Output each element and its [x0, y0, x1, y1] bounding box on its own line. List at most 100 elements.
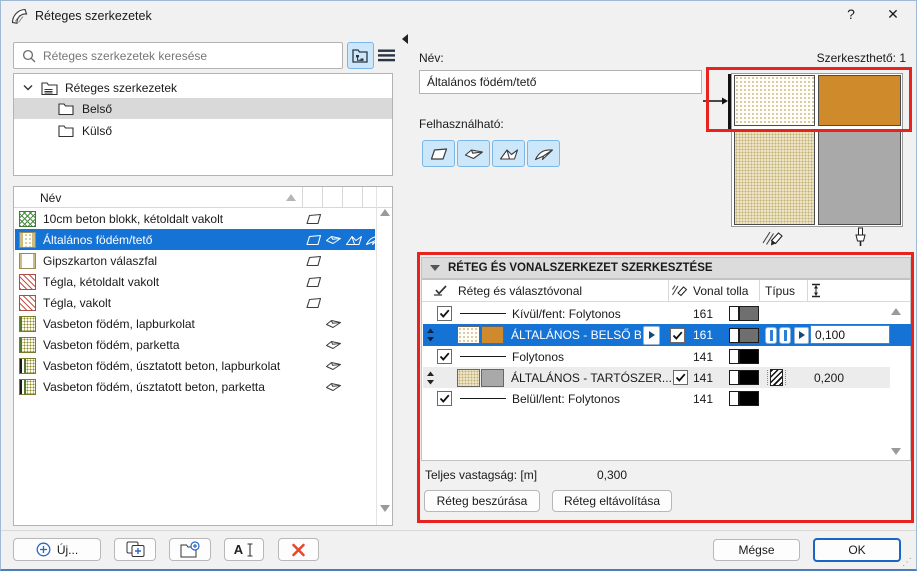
checkbox-checked[interactable] [437, 349, 452, 364]
usable-roof-toggle[interactable] [492, 140, 525, 167]
cancel-button[interactable]: Mégse [713, 539, 800, 561]
layer-surface-swatch[interactable] [481, 326, 504, 344]
list-item[interactable]: Tégla, vakolt [15, 292, 375, 313]
checkbox-checked[interactable] [673, 370, 688, 385]
drag-handle-icon[interactable] [426, 371, 435, 385]
chevron-down-icon[interactable] [23, 84, 33, 91]
select-all-icon[interactable] [433, 284, 449, 297]
composite-swatch [19, 294, 36, 311]
tree-item-belso[interactable]: Belső [14, 98, 392, 119]
pen-swatch[interactable] [729, 306, 759, 321]
separator-row-outer[interactable]: Kívül/fent: Folytonos 161 [423, 303, 890, 324]
list-scrollbar[interactable] [376, 187, 392, 525]
layer-fill-swatch[interactable] [457, 368, 480, 387]
resize-grip[interactable]: ⋰ [902, 557, 913, 568]
rename-button[interactable]: A [224, 538, 264, 561]
list-item[interactable]: Gipszkarton válaszfal [15, 250, 375, 271]
checkbox-checked[interactable] [670, 327, 685, 343]
pen-swatch[interactable] [729, 349, 759, 364]
collapse-panel-icon[interactable] [402, 34, 408, 44]
usable-shell-toggle[interactable] [527, 140, 560, 167]
name-column-header[interactable]: Név [40, 191, 61, 205]
usable-slab-toggle[interactable] [457, 140, 490, 167]
preview-fill-layer1[interactable] [734, 75, 815, 126]
remove-layer-button[interactable]: Réteg eltávolítása [552, 490, 672, 512]
flat-list-toggle[interactable] [377, 47, 395, 63]
duplicate-button[interactable] [114, 538, 156, 561]
layer-name[interactable]: ÁLTALÁNOS - TARTÓSZER... [511, 371, 672, 385]
total-thickness-label: Teljes vastagság: [m] [425, 468, 538, 482]
list-item[interactable]: 10cm beton blokk, kétoldalt vakolt [15, 208, 375, 229]
cut-fill-pens-icon[interactable] [761, 228, 786, 247]
type-column-header[interactable]: Típus [765, 284, 795, 298]
table-scroll-down-icon[interactable] [891, 448, 901, 455]
tree-view-toggle[interactable] [347, 42, 374, 69]
checkbox-checked[interactable] [437, 306, 452, 321]
layer-flyout-button[interactable] [643, 325, 660, 345]
list-item[interactable]: Vasbeton födém, úsztatott beton, lapburk… [15, 355, 375, 376]
collapse-section-icon[interactable] [430, 265, 440, 271]
total-thickness-value: 0,300 [597, 468, 628, 482]
scroll-down-icon[interactable] [380, 505, 390, 512]
list-item[interactable]: Vasbeton födém, parketta [15, 334, 375, 355]
separator-row-inner[interactable]: Belül/lent: Folytonos 141 [423, 388, 890, 409]
tree-item-root[interactable]: Réteges szerkezetek [14, 77, 392, 98]
sort-ascending-icon[interactable] [286, 194, 296, 201]
preview-surface-core[interactable] [818, 129, 901, 225]
line-pen-column-header[interactable]: Vonal tolla [693, 284, 748, 298]
list-item[interactable]: Vasbeton födém, lapburkolat [15, 313, 375, 334]
name-label: Név: [419, 51, 444, 65]
new-folder-button[interactable] [169, 538, 211, 561]
pen-number[interactable]: 141 [693, 350, 713, 364]
table-scroll-up-icon[interactable] [891, 308, 901, 315]
pen-swatch[interactable] [729, 327, 759, 343]
layer-fill-swatch[interactable] [457, 326, 480, 344]
layer-panel-header[interactable]: RÉTEG ÉS VONALSZERKEZET SZERKESZTÉSE [421, 257, 911, 279]
pen-number[interactable]: 161 [693, 307, 713, 321]
insert-layer-button[interactable]: Réteg beszúrása [424, 490, 540, 512]
search-icon [22, 49, 36, 63]
delete-button[interactable] [278, 538, 319, 561]
pen-number[interactable]: 141 [693, 392, 713, 406]
line-type-button[interactable] [765, 326, 777, 344]
layer-surface-swatch[interactable] [481, 368, 504, 387]
layer-name[interactable]: ÁLTALÁNOS - BELSŐ BURK... [511, 328, 641, 342]
search-input[interactable]: Réteges szerkezetek keresése [13, 42, 343, 69]
close-button[interactable]: ✕ [879, 6, 907, 26]
pen-number[interactable]: 161 [693, 328, 713, 342]
pen-number[interactable]: 141 [693, 371, 713, 385]
ok-button[interactable]: OK [813, 538, 901, 562]
preview-fill-core[interactable] [734, 129, 815, 225]
drag-handle-icon[interactable] [426, 328, 435, 342]
separator-row-middle[interactable]: Folytonos 141 [423, 346, 890, 367]
cut-fill-pen-column-icon[interactable] [671, 284, 688, 297]
preview-surface-layer1[interactable] [818, 75, 901, 126]
layer-row-selected[interactable]: ÁLTALÁNOS - BELSŐ BURK... 161 0,100 [423, 324, 911, 346]
list-item-label: Tégla, kétoldalt vakolt [43, 274, 160, 289]
shell-icon [534, 148, 553, 160]
new-button[interactable]: Új... [13, 538, 101, 561]
tree-item-kulso[interactable]: Külső [14, 120, 392, 141]
thickness-value[interactable]: 0,200 [814, 371, 844, 385]
line-type-button[interactable] [779, 326, 791, 344]
list-item[interactable]: Vasbeton födém, úsztatott beton, parkett… [15, 376, 375, 397]
layer-column-header[interactable]: Réteg és választóvonal [458, 284, 582, 298]
usable-wall-toggle[interactable] [422, 140, 455, 167]
help-button[interactable]: ? [837, 6, 865, 26]
thickness-field[interactable]: 0,100 [810, 325, 890, 344]
layer-row-core[interactable]: ÁLTALÁNOS - TARTÓSZER... 141 0,200 [423, 367, 890, 388]
checkbox-checked[interactable] [437, 391, 452, 406]
list-item[interactable]: Tégla, kétoldalt vakolt [15, 271, 375, 292]
list-item-selected[interactable]: Általános födém/tető [15, 229, 382, 250]
list-item-label: Vasbeton födém, úsztatott beton, lapburk… [43, 358, 281, 373]
type-flyout-button[interactable] [794, 326, 809, 344]
pen-swatch[interactable] [729, 370, 759, 385]
composite-swatch [19, 210, 36, 227]
thickness-column-icon[interactable] [811, 283, 821, 298]
scroll-up-icon[interactable] [380, 209, 390, 216]
list-item-label: Vasbeton födém, úsztatott beton, parkett… [43, 379, 265, 394]
pen-swatch[interactable] [729, 391, 759, 406]
name-field[interactable]: Általános födém/tető [419, 70, 702, 94]
list-header[interactable]: Név [14, 187, 392, 208]
surface-brush-icon[interactable] [853, 227, 868, 248]
